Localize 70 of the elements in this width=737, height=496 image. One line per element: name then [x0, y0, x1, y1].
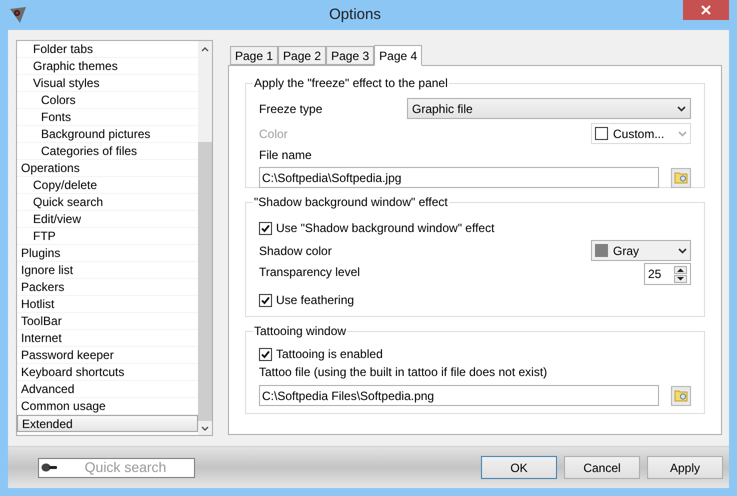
check-icon	[261, 224, 270, 232]
tree-item[interactable]: Operations	[17, 160, 198, 177]
check-icon	[261, 296, 270, 304]
tree-item[interactable]: Plugins	[17, 245, 198, 262]
dialog-button[interactable]: Cancel	[564, 456, 640, 479]
scroll-up-icon	[201, 47, 209, 52]
scrollbar[interactable]	[198, 41, 212, 435]
tree-item[interactable]: Graphic themes	[17, 58, 198, 75]
check-icon	[261, 350, 270, 358]
tree-item[interactable]: Internet	[17, 330, 198, 347]
scroll-down-icon	[201, 426, 209, 431]
field-label: Tattoo file (using the built in tattoo if file does not exist)	[259, 364, 548, 381]
checkbox[interactable]	[259, 348, 272, 360]
tree-item[interactable]: Hotlist	[17, 296, 198, 313]
field-label: Color	[259, 126, 288, 142]
field-label: Transparency level	[259, 264, 360, 281]
binoculars-icon	[41, 463, 57, 472]
browse-button[interactable]	[671, 386, 691, 406]
group-title: Tattooing window	[253, 323, 348, 340]
checkbox[interactable]	[259, 222, 272, 234]
freeze-type-select[interactable]: Graphic file	[407, 98, 691, 119]
tree-item[interactable]: Packers	[17, 279, 198, 296]
tree-item[interactable]: Extended	[17, 415, 198, 432]
tab[interactable]: Page 2	[278, 46, 326, 65]
group-title: Apply the "freeze" effect to the panel	[253, 75, 449, 92]
field-label: Freeze type	[259, 100, 322, 118]
tree-item[interactable]: Copy/delete	[17, 177, 198, 194]
tree-item[interactable]: Fonts	[17, 109, 198, 126]
tree-item[interactable]: ToolBar	[17, 313, 198, 330]
tattoo-file-field[interactable]: C:\Softpedia Files\Softpedia.png	[259, 385, 659, 406]
dialog-button[interactable]: Apply	[647, 456, 723, 479]
tree-item[interactable]: Categories of files	[17, 143, 198, 160]
spinner-arrows-icon	[674, 266, 687, 282]
tree-item[interactable]: Colors	[17, 92, 198, 109]
checkbox[interactable]	[259, 294, 272, 306]
tree-item[interactable]: Ignore list	[17, 262, 198, 279]
tree-item[interactable]: Visual styles	[17, 75, 198, 92]
window-title: Options	[328, 4, 382, 25]
app-logo-icon	[9, 6, 27, 24]
checkbox-label: Use feathering	[276, 292, 354, 309]
tree-item[interactable]: Background pictures	[17, 126, 198, 143]
chevron-down-icon	[678, 248, 687, 254]
tree-item[interactable]: Edit/view	[17, 211, 198, 228]
tree-item[interactable]: Keyboard shortcuts	[17, 364, 198, 381]
tab[interactable]: Page 3	[326, 46, 374, 65]
chevron-down-icon	[677, 106, 686, 112]
browse-button[interactable]	[671, 168, 691, 188]
tab[interactable]: Page 4	[374, 45, 422, 66]
tree-item[interactable]: Advanced	[17, 381, 198, 398]
group-title: "Shadow background window" effect	[253, 194, 449, 211]
folder-icon	[674, 171, 688, 184]
checkbox-label: Use "Shadow background window" effect	[276, 220, 494, 237]
dialog-button[interactable]: OK	[481, 456, 557, 479]
tree-item[interactable]: Folder tabs	[17, 41, 198, 58]
tree-item[interactable]: Quick search	[17, 194, 198, 211]
tree-item[interactable]: FTP	[17, 228, 198, 245]
folder-icon	[674, 389, 688, 402]
scrollbar-thumb[interactable]	[198, 142, 212, 421]
transparency-spinner[interactable]: 25	[644, 263, 691, 285]
close-button[interactable]	[683, 0, 729, 20]
checkbox-label: Tattooing is enabled	[276, 346, 383, 363]
tree-item[interactable]: Password keeper	[17, 347, 198, 364]
shadow-color-select[interactable]: Gray	[591, 240, 691, 261]
close-icon	[701, 5, 711, 15]
field-label: File name	[259, 147, 313, 164]
tab[interactable]: Page 1	[230, 46, 278, 65]
file-name-field[interactable]: C:\Softpedia\Softpedia.jpg	[259, 167, 659, 188]
chevron-down-icon	[678, 130, 687, 136]
quick-search-field[interactable]: Quick search	[38, 458, 195, 478]
field-label: Shadow color	[259, 242, 332, 260]
